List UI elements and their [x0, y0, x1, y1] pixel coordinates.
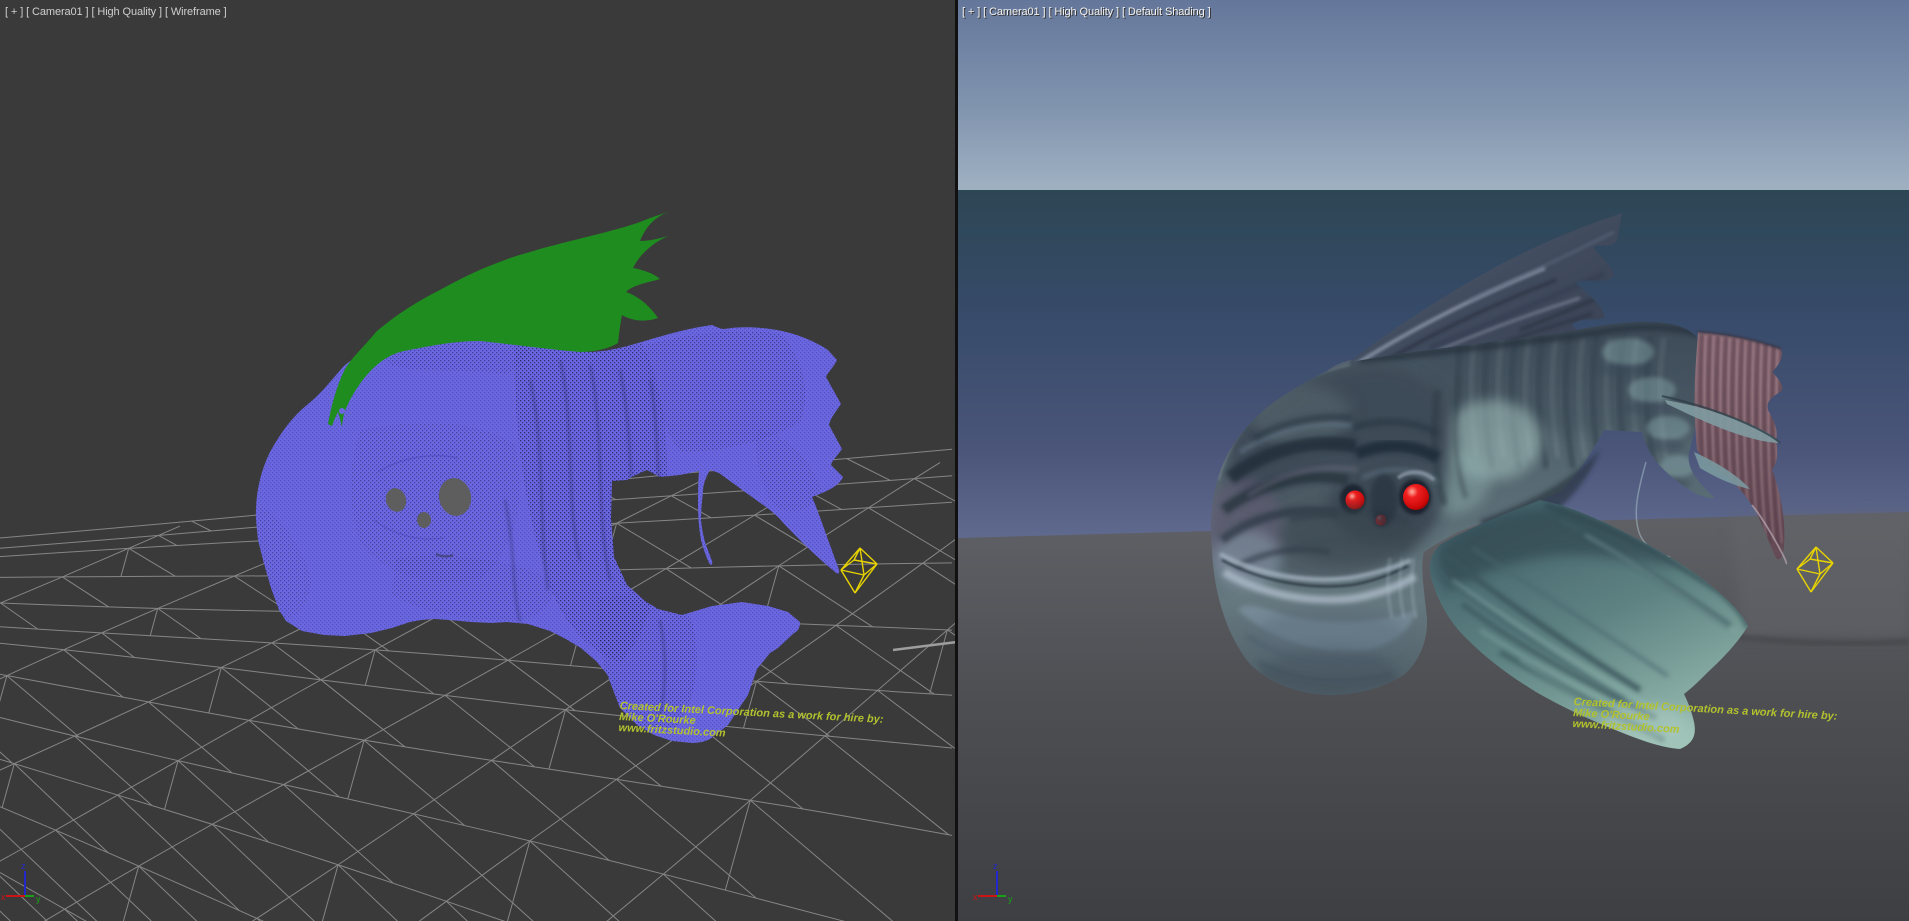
svg-text:x: x [973, 892, 978, 902]
svg-text:y: y [36, 894, 41, 904]
svg-text:z: z [993, 861, 998, 871]
svg-text:x: x [1, 892, 6, 902]
svg-text:y: y [1008, 894, 1013, 904]
svg-text:z: z [21, 861, 26, 871]
